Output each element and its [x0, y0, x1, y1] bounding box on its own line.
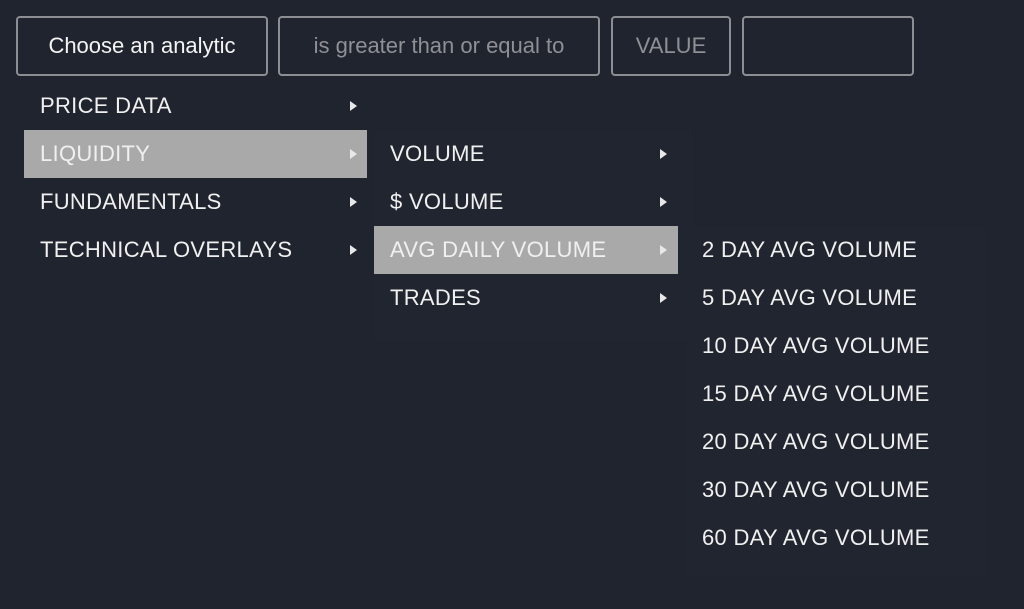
menu-item-label: VOLUME — [390, 141, 485, 166]
menu-item-label: AVG DAILY VOLUME — [390, 237, 607, 262]
menu-item-trades[interactable]: TRADES — [374, 274, 678, 322]
menu-item-liquidity[interactable]: LIQUIDITY — [24, 130, 367, 178]
operator-label: is greater than or equal to — [313, 33, 565, 58]
menu-item-label: TRADES — [390, 285, 482, 310]
chevron-right-icon — [350, 149, 357, 159]
menu-item-technical-overlays[interactable]: TECHNICAL OVERLAYS — [24, 226, 367, 274]
menu-item-label: FUNDAMENTALS — [40, 189, 222, 214]
menu-item-label: 10 DAY AVG VOLUME — [702, 333, 930, 358]
chevron-right-icon — [660, 245, 667, 255]
menu-item-label: LIQUIDITY — [40, 141, 151, 166]
value-input[interactable] — [744, 18, 912, 74]
menu-item-avg-daily-volume[interactable]: AVG DAILY VOLUME — [374, 226, 678, 274]
choose-analytic-button[interactable]: Choose an analytic — [16, 16, 268, 76]
menu-item-label: PRICE DATA — [40, 93, 172, 118]
chevron-right-icon — [350, 197, 357, 207]
value-type-label: VALUE — [635, 33, 707, 58]
menu-item-2-day-avg-volume[interactable]: 2 DAY AVG VOLUME — [686, 226, 986, 274]
menu-item-10-day-avg-volume[interactable]: 10 DAY AVG VOLUME — [686, 322, 986, 370]
chevron-right-icon — [350, 101, 357, 111]
avg-daily-volume-submenu: 2 DAY AVG VOLUME 5 DAY AVG VOLUME 10 DAY… — [686, 226, 986, 576]
menu-item-label: 60 DAY AVG VOLUME — [702, 525, 930, 550]
analytic-category-menu: PRICE DATA LIQUIDITY FUNDAMENTALS TECHNI… — [24, 82, 367, 274]
chevron-right-icon — [660, 293, 667, 303]
menu-item-label: 30 DAY AVG VOLUME — [702, 477, 930, 502]
liquidity-submenu: VOLUME $ VOLUME AVG DAILY VOLUME TRADES — [374, 130, 692, 340]
chevron-right-icon — [350, 245, 357, 255]
menu-item-20-day-avg-volume[interactable]: 20 DAY AVG VOLUME — [686, 418, 986, 466]
menu-item-label: 2 DAY AVG VOLUME — [702, 237, 918, 262]
value-field[interactable] — [742, 16, 914, 76]
menu-item-label: 5 DAY AVG VOLUME — [702, 285, 918, 310]
operator-select[interactable]: is greater than or equal to — [278, 16, 600, 76]
menu-item-60-day-avg-volume[interactable]: 60 DAY AVG VOLUME — [686, 514, 986, 562]
chevron-right-icon — [660, 197, 667, 207]
menu-item-label: 15 DAY AVG VOLUME — [702, 381, 930, 406]
menu-item-label: 20 DAY AVG VOLUME — [702, 429, 930, 454]
choose-analytic-label: Choose an analytic — [48, 33, 236, 58]
chevron-right-icon — [660, 149, 667, 159]
value-type-select[interactable]: VALUE — [611, 16, 731, 76]
menu-item-volume[interactable]: VOLUME — [374, 130, 678, 178]
menu-item-fundamentals[interactable]: FUNDAMENTALS — [24, 178, 367, 226]
menu-item-price-data[interactable]: PRICE DATA — [24, 82, 367, 130]
menu-item-5-day-avg-volume[interactable]: 5 DAY AVG VOLUME — [686, 274, 986, 322]
menu-item-30-day-avg-volume[interactable]: 30 DAY AVG VOLUME — [686, 466, 986, 514]
menu-item-dollar-volume[interactable]: $ VOLUME — [374, 178, 678, 226]
menu-item-15-day-avg-volume[interactable]: 15 DAY AVG VOLUME — [686, 370, 986, 418]
menu-item-label: TECHNICAL OVERLAYS — [40, 237, 293, 262]
menu-item-label: $ VOLUME — [390, 189, 504, 214]
